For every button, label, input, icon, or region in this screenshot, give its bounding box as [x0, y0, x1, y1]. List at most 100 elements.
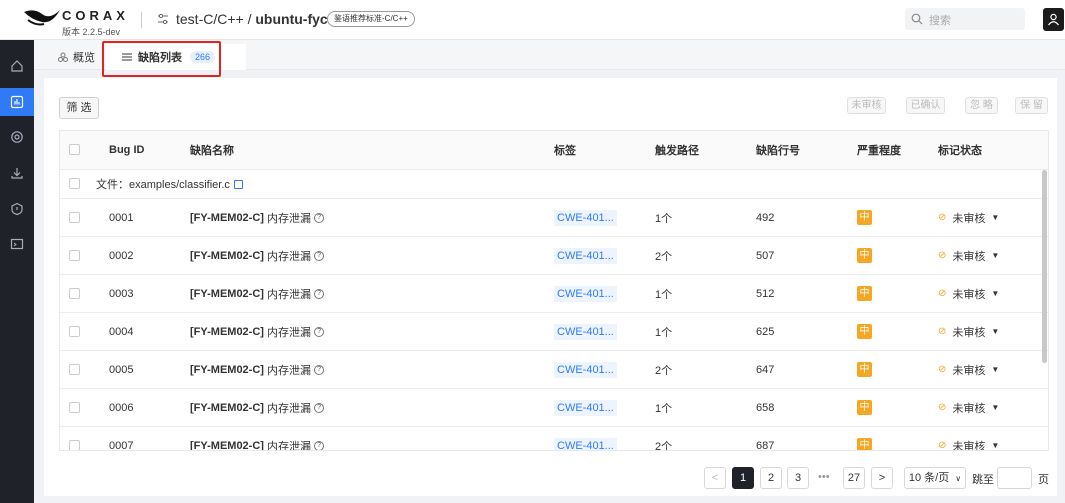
help-icon[interactable]: ? — [314, 364, 325, 375]
status-dropdown[interactable]: ⊘ 未审核 ▼ — [938, 351, 999, 388]
rule-standard-badge: 鉴语推荐标准-C/C++ — [327, 11, 415, 27]
status-dropdown[interactable]: ⊘ 未审核 ▼ — [938, 199, 999, 236]
help-icon[interactable]: ? — [314, 402, 325, 413]
cwe-tag[interactable]: CWE-401... — [554, 437, 617, 450]
keep-button[interactable]: 保 留 — [1015, 97, 1048, 114]
col-trigger-path[interactable]: 触发路径 — [655, 131, 699, 169]
corax-logo-icon[interactable] — [22, 6, 62, 28]
caret-down-icon: ▼ — [991, 251, 1000, 260]
logo-text: CORAX — [62, 8, 129, 23]
prev-page-button[interactable]: < — [704, 467, 726, 489]
severity-badge: 中 — [857, 400, 872, 415]
row-checkbox[interactable] — [69, 402, 80, 413]
project-prefix[interactable]: test-C/C++ / — [176, 11, 251, 27]
row-checkbox[interactable] — [69, 250, 80, 261]
table-row[interactable]: 0007 [FY-MEM02-C] 内存泄漏? CWE-401... 2个 687 中 ⊘ 未… — [60, 427, 1048, 450]
select-all-checkbox[interactable] — [69, 144, 80, 155]
table-header-row: Bug ID 缺陷名称 标签 触发路径 缺陷行号 严重程度 标记状态 — [60, 131, 1048, 170]
filter-button[interactable]: 筛 选 — [59, 97, 99, 119]
sidebar-item-tools[interactable] — [0, 230, 34, 258]
cwe-tag[interactable]: CWE-401... — [554, 285, 617, 302]
sidebar-item-home[interactable] — [0, 52, 34, 80]
col-defect-name[interactable]: 缺陷名称 — [190, 131, 234, 169]
col-bug-id[interactable]: Bug ID — [109, 131, 144, 169]
goto-page-input[interactable] — [997, 467, 1032, 489]
sidebar-item-rules[interactable] — [0, 195, 34, 223]
tag-cell: CWE-401... — [554, 313, 617, 350]
sliders-icon[interactable] — [156, 12, 170, 26]
page-size-select[interactable]: 10 条/页 ∨ — [904, 467, 966, 489]
defect-name[interactable]: [FY-MEM02-C] 内存泄漏? — [190, 237, 325, 274]
file-label: 文件：examples/classifier.c — [96, 170, 243, 198]
mark-unreviewed-button[interactable]: 未审核 — [847, 97, 886, 114]
page-2-button[interactable]: 2 — [760, 467, 782, 489]
severity-badge: 中 — [857, 438, 872, 450]
status-dropdown[interactable]: ⊘ 未审核 ▼ — [938, 427, 999, 450]
help-icon[interactable]: ? — [314, 250, 325, 261]
bug-id: 0005 — [109, 363, 134, 376]
project-name[interactable]: ubuntu-fyc — [255, 11, 327, 27]
mark-confirmed-button[interactable]: 已确认 — [906, 97, 945, 114]
rule-code: [FY-MEM02-C] — [190, 249, 264, 262]
ignore-button[interactable]: 忽 略 — [965, 97, 998, 114]
col-line-number[interactable]: 缺陷行号 — [756, 131, 800, 169]
help-icon[interactable]: ? — [314, 440, 325, 450]
cwe-tag[interactable]: CWE-401... — [554, 323, 617, 340]
severity-cell: 中 — [857, 199, 872, 236]
help-icon[interactable]: ? — [314, 212, 325, 223]
status-dropdown[interactable]: ⊘ 未审核 ▼ — [938, 237, 999, 274]
rule-code: [FY-MEM02-C] — [190, 287, 264, 300]
trigger-path: 1个 — [655, 288, 673, 301]
cwe-tag[interactable]: CWE-401... — [554, 361, 617, 378]
page-3-button[interactable]: 3 — [787, 467, 809, 489]
table-scrollbar[interactable] — [1042, 170, 1047, 363]
page-1-button[interactable]: 1 — [732, 467, 754, 489]
row-checkbox[interactable] — [69, 212, 80, 223]
col-mark-status[interactable]: 标记状态 — [938, 131, 982, 169]
col-tags[interactable]: 标签 — [554, 131, 576, 169]
pagination-ellipsis[interactable]: ••• — [818, 471, 830, 483]
trigger-path: 2个 — [655, 250, 673, 263]
defect-name[interactable]: [FY-MEM02-C] 内存泄漏? — [190, 199, 325, 236]
search-input[interactable]: 搜索 — [905, 8, 1025, 30]
table-row[interactable]: 0001 [FY-MEM02-C] 内存泄漏? CWE-401... 1个 492 中 ⊘ 未… — [60, 199, 1048, 237]
page-last-button[interactable]: 27 — [843, 467, 865, 489]
line-number: 507 — [756, 249, 775, 262]
defect-name[interactable]: [FY-MEM02-C] 内存泄漏? — [190, 427, 325, 450]
sidebar-item-download[interactable] — [0, 159, 34, 187]
defect-name[interactable]: [FY-MEM02-C] 内存泄漏? — [190, 313, 325, 350]
table-row[interactable]: 0002 [FY-MEM02-C] 内存泄漏? CWE-401... 2个 507 中 ⊘ 未… — [60, 237, 1048, 275]
tab-overview[interactable]: 概览 — [58, 44, 95, 70]
file-checkbox[interactable] — [69, 178, 80, 189]
status-dropdown[interactable]: ⊘ 未审核 ▼ — [938, 313, 999, 350]
caret-down-icon: ▼ — [991, 289, 1000, 298]
help-icon[interactable]: ? — [314, 288, 325, 299]
sidebar-item-settings[interactable] — [0, 123, 34, 151]
copy-icon[interactable] — [233, 179, 243, 189]
table-row[interactable]: 0004 [FY-MEM02-C] 内存泄漏? CWE-401... 1个 625 中 ⊘ 未… — [60, 313, 1048, 351]
cwe-tag[interactable]: CWE-401... — [554, 209, 617, 226]
unreviewed-icon: ⊘ — [938, 288, 947, 299]
table-row[interactable]: 0005 [FY-MEM02-C] 内存泄漏? CWE-401... 2个 647 中 ⊘ 未… — [60, 351, 1048, 389]
table-row[interactable]: 0003 [FY-MEM02-C] 内存泄漏? CWE-401... 1个 512 中 ⊘ 未… — [60, 275, 1048, 313]
user-avatar-button[interactable] — [1043, 8, 1064, 31]
defect-name[interactable]: [FY-MEM02-C] 内存泄漏? — [190, 351, 325, 388]
cwe-tag[interactable]: CWE-401... — [554, 247, 617, 264]
overview-icon — [58, 52, 68, 62]
status-dropdown[interactable]: ⊘ 未审核 ▼ — [938, 275, 999, 312]
row-checkbox[interactable] — [69, 364, 80, 375]
help-icon[interactable]: ? — [314, 326, 325, 337]
row-checkbox[interactable] — [69, 288, 80, 299]
severity-badge: 中 — [857, 210, 872, 225]
row-checkbox[interactable] — [69, 326, 80, 337]
defect-name[interactable]: [FY-MEM02-C] 内存泄漏? — [190, 389, 325, 426]
next-page-button[interactable]: > — [871, 467, 893, 489]
row-checkbox[interactable] — [69, 440, 80, 450]
tab-overview-label: 概览 — [73, 52, 95, 64]
defect-name[interactable]: [FY-MEM02-C] 内存泄漏? — [190, 275, 325, 312]
status-dropdown[interactable]: ⊘ 未审核 ▼ — [938, 389, 999, 426]
table-row[interactable]: 0006 [FY-MEM02-C] 内存泄漏? CWE-401... 1个 658 中 ⊘ 未… — [60, 389, 1048, 427]
sidebar-item-reports[interactable] — [0, 88, 34, 116]
cwe-tag[interactable]: CWE-401... — [554, 399, 617, 416]
col-severity[interactable]: 严重程度 — [857, 131, 901, 169]
